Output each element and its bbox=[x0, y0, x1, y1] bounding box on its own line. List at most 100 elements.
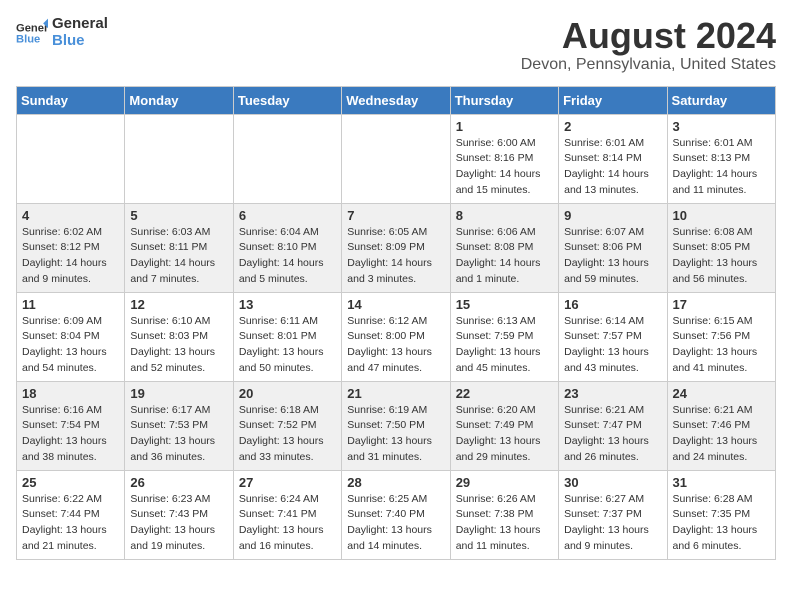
calendar-cell bbox=[233, 114, 341, 203]
day-info: Sunrise: 6:03 AM Sunset: 8:11 PM Dayligh… bbox=[130, 225, 227, 288]
day-number: 8 bbox=[456, 208, 553, 223]
day-info: Sunrise: 6:25 AM Sunset: 7:40 PM Dayligh… bbox=[347, 492, 444, 555]
day-info: Sunrise: 6:28 AM Sunset: 7:35 PM Dayligh… bbox=[673, 492, 770, 555]
day-number: 3 bbox=[673, 119, 770, 134]
day-info: Sunrise: 6:10 AM Sunset: 8:03 PM Dayligh… bbox=[130, 314, 227, 377]
day-info: Sunrise: 6:15 AM Sunset: 7:56 PM Dayligh… bbox=[673, 314, 770, 377]
calendar-cell: 18 Sunrise: 6:16 AM Sunset: 7:54 PM Dayli… bbox=[17, 381, 125, 470]
day-number: 18 bbox=[22, 386, 119, 401]
calendar-cell: 8 Sunrise: 6:06 AM Sunset: 8:08 PM Daylig… bbox=[450, 203, 558, 292]
week-row-1: 1Sunrise: 6:00 AM Sunset: 8:16 PM Daylig… bbox=[17, 114, 776, 203]
logo-text-line2: Blue bbox=[52, 33, 108, 50]
day-info: Sunrise: 6:21 AM Sunset: 7:46 PM Dayligh… bbox=[673, 403, 770, 466]
day-number: 20 bbox=[239, 386, 336, 401]
calendar-cell: 29 Sunrise: 6:26 AM Sunset: 7:38 PM Dayli… bbox=[450, 470, 558, 559]
day-info: Sunrise: 6:18 AM Sunset: 7:52 PM Dayligh… bbox=[239, 403, 336, 466]
day-number: 27 bbox=[239, 475, 336, 490]
day-number: 28 bbox=[347, 475, 444, 490]
day-info: Sunrise: 6:24 AM Sunset: 7:41 PM Dayligh… bbox=[239, 492, 336, 555]
week-row-2: 4 Sunrise: 6:02 AM Sunset: 8:12 PM Daylig… bbox=[17, 203, 776, 292]
calendar-cell bbox=[125, 114, 233, 203]
day-number: 23 bbox=[564, 386, 661, 401]
month-title: August 2024 bbox=[521, 16, 776, 56]
calendar-cell bbox=[17, 114, 125, 203]
day-number: 22 bbox=[456, 386, 553, 401]
calendar-cell: 1Sunrise: 6:00 AM Sunset: 8:16 PM Daylig… bbox=[450, 114, 558, 203]
day-number: 13 bbox=[239, 297, 336, 312]
day-info: Sunrise: 6:22 AM Sunset: 7:44 PM Dayligh… bbox=[22, 492, 119, 555]
day-number: 5 bbox=[130, 208, 227, 223]
weekday-header-thursday: Thursday bbox=[450, 86, 558, 114]
calendar-table: SundayMondayTuesdayWednesdayThursdayFrid… bbox=[16, 86, 776, 560]
calendar-cell: 22 Sunrise: 6:20 AM Sunset: 7:49 PM Dayli… bbox=[450, 381, 558, 470]
day-number: 11 bbox=[22, 297, 119, 312]
day-number: 30 bbox=[564, 475, 661, 490]
logo-icon: General Blue bbox=[16, 17, 48, 49]
day-info: Sunrise: 6:02 AM Sunset: 8:12 PM Dayligh… bbox=[22, 225, 119, 288]
day-info: Sunrise: 6:05 AM Sunset: 8:09 PM Dayligh… bbox=[347, 225, 444, 288]
day-info: Sunrise: 6:08 AM Sunset: 8:05 PM Dayligh… bbox=[673, 225, 770, 288]
day-info: Sunrise: 6:09 AM Sunset: 8:04 PM Dayligh… bbox=[22, 314, 119, 377]
week-row-4: 18 Sunrise: 6:16 AM Sunset: 7:54 PM Dayli… bbox=[17, 381, 776, 470]
calendar-cell: 9 Sunrise: 6:07 AM Sunset: 8:06 PM Daylig… bbox=[559, 203, 667, 292]
day-number: 25 bbox=[22, 475, 119, 490]
day-info: Sunrise: 6:14 AM Sunset: 7:57 PM Dayligh… bbox=[564, 314, 661, 377]
location-text: Devon, Pennsylvania, United States bbox=[521, 56, 776, 74]
day-number: 26 bbox=[130, 475, 227, 490]
calendar-cell: 28 Sunrise: 6:25 AM Sunset: 7:40 PM Dayli… bbox=[342, 470, 450, 559]
day-info: Sunrise: 6:21 AM Sunset: 7:47 PM Dayligh… bbox=[564, 403, 661, 466]
day-number: 7 bbox=[347, 208, 444, 223]
calendar-cell: 10 Sunrise: 6:08 AM Sunset: 8:05 PM Dayli… bbox=[667, 203, 775, 292]
day-info: Sunrise: 6:06 AM Sunset: 8:08 PM Dayligh… bbox=[456, 225, 553, 288]
calendar-cell: 3 Sunrise: 6:01 AM Sunset: 8:13 PM Daylig… bbox=[667, 114, 775, 203]
day-info: Sunrise: 6:01 AM Sunset: 8:13 PM Dayligh… bbox=[673, 136, 770, 199]
calendar-cell: 5 Sunrise: 6:03 AM Sunset: 8:11 PM Daylig… bbox=[125, 203, 233, 292]
calendar-cell: 31Sunrise: 6:28 AM Sunset: 7:35 PM Dayli… bbox=[667, 470, 775, 559]
day-info: Sunrise: 6:19 AM Sunset: 7:50 PM Dayligh… bbox=[347, 403, 444, 466]
calendar-cell: 6 Sunrise: 6:04 AM Sunset: 8:10 PM Daylig… bbox=[233, 203, 341, 292]
svg-text:General: General bbox=[16, 22, 48, 34]
calendar-cell: 21 Sunrise: 6:19 AM Sunset: 7:50 PM Dayli… bbox=[342, 381, 450, 470]
week-row-5: 25 Sunrise: 6:22 AM Sunset: 7:44 PM Dayli… bbox=[17, 470, 776, 559]
day-number: 2 bbox=[564, 119, 661, 134]
calendar-cell: 17Sunrise: 6:15 AM Sunset: 7:56 PM Dayli… bbox=[667, 292, 775, 381]
calendar-cell: 27 Sunrise: 6:24 AM Sunset: 7:41 PM Dayli… bbox=[233, 470, 341, 559]
calendar-cell: 12Sunrise: 6:10 AM Sunset: 8:03 PM Dayli… bbox=[125, 292, 233, 381]
calendar-cell: 16Sunrise: 6:14 AM Sunset: 7:57 PM Dayli… bbox=[559, 292, 667, 381]
weekday-header-tuesday: Tuesday bbox=[233, 86, 341, 114]
day-info: Sunrise: 6:17 AM Sunset: 7:53 PM Dayligh… bbox=[130, 403, 227, 466]
logo: General Blue General Blue bbox=[16, 16, 108, 49]
weekday-header-monday: Monday bbox=[125, 86, 233, 114]
day-number: 15 bbox=[456, 297, 553, 312]
day-info: Sunrise: 6:11 AM Sunset: 8:01 PM Dayligh… bbox=[239, 314, 336, 377]
day-number: 24 bbox=[673, 386, 770, 401]
weekday-header-sunday: Sunday bbox=[17, 86, 125, 114]
calendar-cell: 11 Sunrise: 6:09 AM Sunset: 8:04 PM Dayli… bbox=[17, 292, 125, 381]
weekday-header-row: SundayMondayTuesdayWednesdayThursdayFrid… bbox=[17, 86, 776, 114]
day-info: Sunrise: 6:13 AM Sunset: 7:59 PM Dayligh… bbox=[456, 314, 553, 377]
day-info: Sunrise: 6:07 AM Sunset: 8:06 PM Dayligh… bbox=[564, 225, 661, 288]
day-number: 14 bbox=[347, 297, 444, 312]
calendar-cell: 26 Sunrise: 6:23 AM Sunset: 7:43 PM Dayli… bbox=[125, 470, 233, 559]
day-info: Sunrise: 6:26 AM Sunset: 7:38 PM Dayligh… bbox=[456, 492, 553, 555]
day-number: 10 bbox=[673, 208, 770, 223]
calendar-cell: 25 Sunrise: 6:22 AM Sunset: 7:44 PM Dayli… bbox=[17, 470, 125, 559]
svg-text:Blue: Blue bbox=[16, 33, 40, 45]
day-info: Sunrise: 6:04 AM Sunset: 8:10 PM Dayligh… bbox=[239, 225, 336, 288]
calendar-cell: 2Sunrise: 6:01 AM Sunset: 8:14 PM Daylig… bbox=[559, 114, 667, 203]
calendar-cell: 15 Sunrise: 6:13 AM Sunset: 7:59 PM Dayli… bbox=[450, 292, 558, 381]
calendar-cell: 19 Sunrise: 6:17 AM Sunset: 7:53 PM Dayli… bbox=[125, 381, 233, 470]
day-number: 4 bbox=[22, 208, 119, 223]
day-number: 19 bbox=[130, 386, 227, 401]
day-info: Sunrise: 6:16 AM Sunset: 7:54 PM Dayligh… bbox=[22, 403, 119, 466]
calendar-cell: 24 Sunrise: 6:21 AM Sunset: 7:46 PM Dayli… bbox=[667, 381, 775, 470]
day-number: 6 bbox=[239, 208, 336, 223]
day-info: Sunrise: 6:27 AM Sunset: 7:37 PM Dayligh… bbox=[564, 492, 661, 555]
day-number: 9 bbox=[564, 208, 661, 223]
day-number: 29 bbox=[456, 475, 553, 490]
day-info: Sunrise: 6:23 AM Sunset: 7:43 PM Dayligh… bbox=[130, 492, 227, 555]
day-number: 21 bbox=[347, 386, 444, 401]
calendar-cell: 23 Sunrise: 6:21 AM Sunset: 7:47 PM Dayli… bbox=[559, 381, 667, 470]
day-info: Sunrise: 6:20 AM Sunset: 7:49 PM Dayligh… bbox=[456, 403, 553, 466]
week-row-3: 11 Sunrise: 6:09 AM Sunset: 8:04 PM Dayli… bbox=[17, 292, 776, 381]
